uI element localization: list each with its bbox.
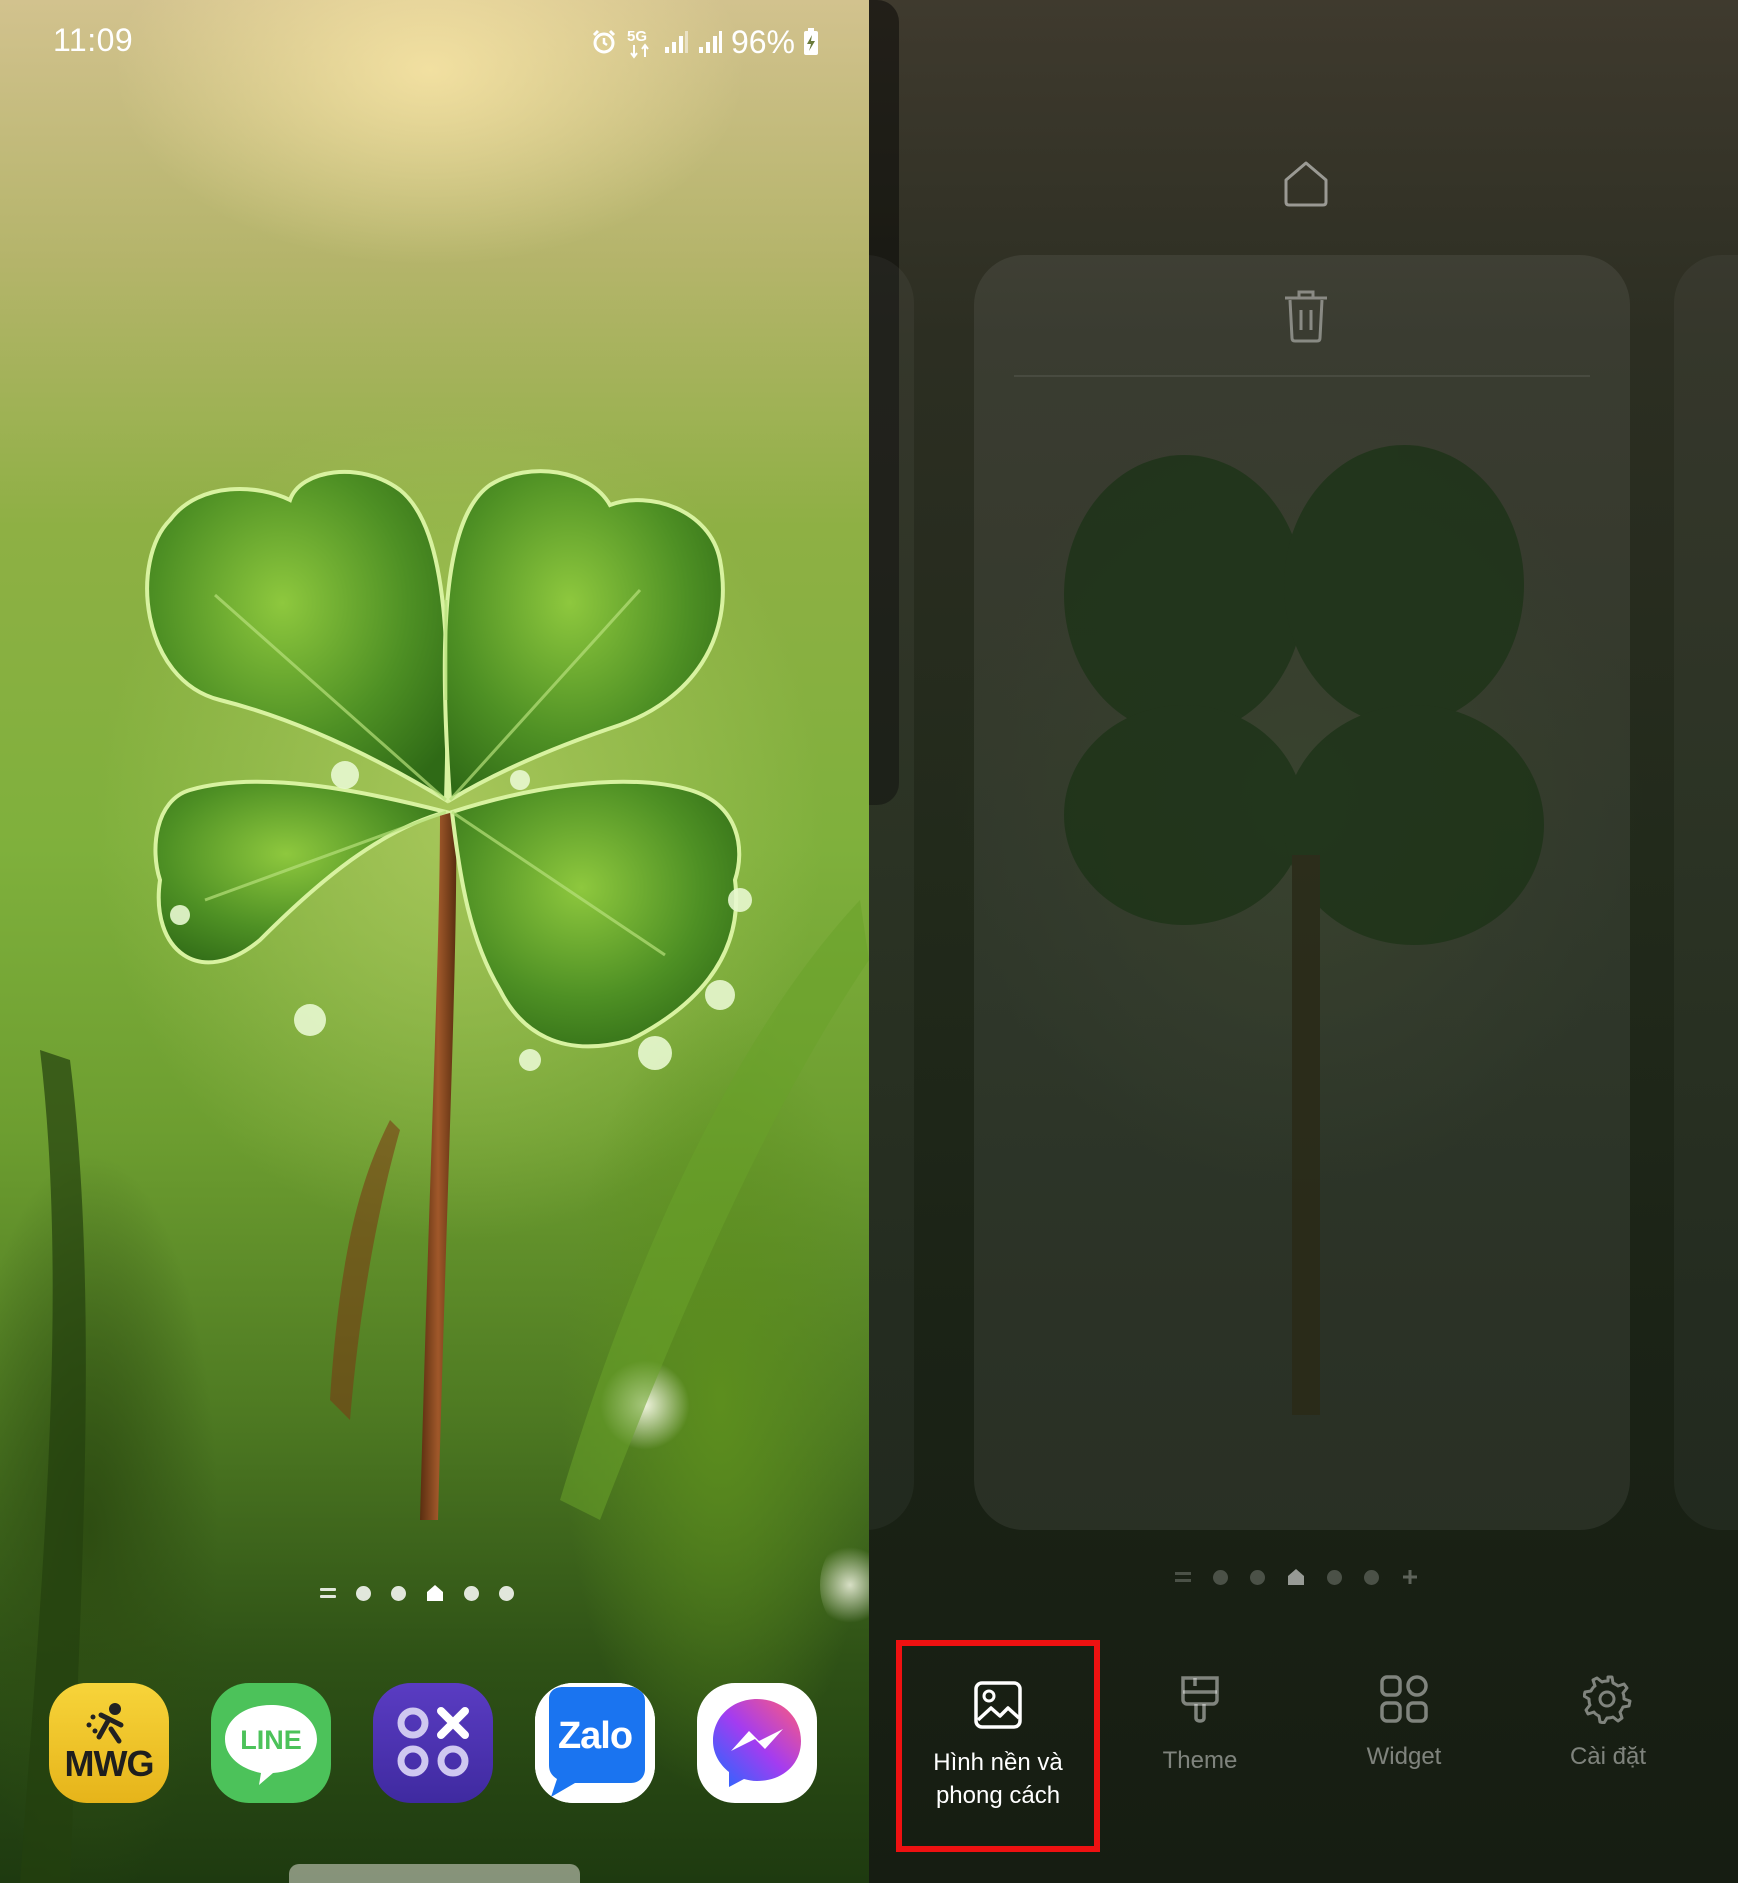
status-time: 11:09 <box>53 22 134 58</box>
page-indicator <box>320 1584 514 1602</box>
page-dot[interactable] <box>464 1585 479 1601</box>
page-list-icon[interactable] <box>1175 1570 1191 1584</box>
menu-widget[interactable]: Widget <box>1302 1640 1506 1840</box>
menu-label: Theme <box>1162 1747 1238 1774</box>
app-dock: MWG LINE Zalo <box>49 1683 819 1803</box>
current-page-card[interactable] <box>974 255 1630 1530</box>
page-dot[interactable] <box>499 1585 514 1601</box>
home-screen: 11:09 5G 96% MWG LINE Zalo <box>0 0 869 1883</box>
menu-label: Widget <box>1366 1743 1442 1770</box>
app-label-zalo: Zalo <box>557 1715 633 1757</box>
app-mwg[interactable]: MWG <box>49 1683 169 1803</box>
ox-grid-icon <box>397 1707 469 1777</box>
navigation-handle[interactable] <box>289 1864 580 1883</box>
page-dot[interactable] <box>1327 1569 1342 1585</box>
previous-page-preview[interactable] <box>869 255 914 1530</box>
wallpaper-icon <box>974 1681 1022 1729</box>
svg-text:5G: 5G <box>627 28 647 45</box>
page-dot[interactable] <box>1364 1569 1379 1585</box>
paintbrush-icon <box>1181 1676 1219 1723</box>
add-page-icon[interactable] <box>1401 1568 1419 1586</box>
menu-wallpaper-and-style[interactable]: Hình nền và phong cách <box>896 1640 1100 1852</box>
alarm-icon <box>592 29 616 54</box>
menu-settings[interactable]: Cài đặt <box>1506 1640 1710 1840</box>
app-label-mwg: MWG <box>64 1743 155 1784</box>
page-list-icon[interactable] <box>320 1586 336 1600</box>
page-dot[interactable] <box>356 1585 371 1601</box>
5g-icon: 5G <box>627 28 649 59</box>
blurred-clover-preview <box>1064 445 1544 1415</box>
app-ox[interactable] <box>373 1683 493 1803</box>
home-page-dot-icon[interactable] <box>426 1584 444 1602</box>
next-page-preview[interactable] <box>1674 255 1738 1530</box>
battery-percentage: 96% <box>730 23 795 60</box>
messenger-icon <box>713 1699 801 1787</box>
page-dot[interactable] <box>1213 1569 1228 1585</box>
battery-charging-icon <box>804 28 818 55</box>
app-messenger[interactable] <box>697 1683 817 1803</box>
widgets-icon <box>1380 1675 1428 1723</box>
app-label-line: LINE <box>240 1725 302 1755</box>
page-dot[interactable] <box>391 1585 406 1601</box>
edit-page-indicator <box>1175 1568 1419 1586</box>
signal-icon <box>698 31 722 53</box>
card-divider <box>1014 375 1590 377</box>
menu-theme[interactable]: Theme <box>1098 1640 1302 1840</box>
gear-icon <box>1583 1675 1632 1724</box>
page-dot[interactable] <box>1250 1569 1265 1585</box>
home-edit-mode: Hình nền và phong cách Theme Widget Cài … <box>869 0 1738 1883</box>
trash-icon[interactable] <box>1281 288 1331 344</box>
menu-label: Cài đặt <box>1569 1743 1647 1770</box>
menu-label: Hình nền và phong cách <box>933 1749 1063 1809</box>
app-zalo[interactable]: Zalo <box>535 1683 655 1803</box>
status-icons: 5G 96% <box>591 22 819 62</box>
app-line[interactable]: LINE <box>211 1683 331 1803</box>
home-icon[interactable] <box>1281 158 1331 208</box>
signal-icon <box>664 31 688 53</box>
status-bar: 11:09 5G 96% <box>0 0 869 80</box>
home-page-dot-icon[interactable] <box>1287 1568 1305 1586</box>
edit-menu: Hình nền và phong cách Theme Widget Cài … <box>869 1640 1738 1883</box>
